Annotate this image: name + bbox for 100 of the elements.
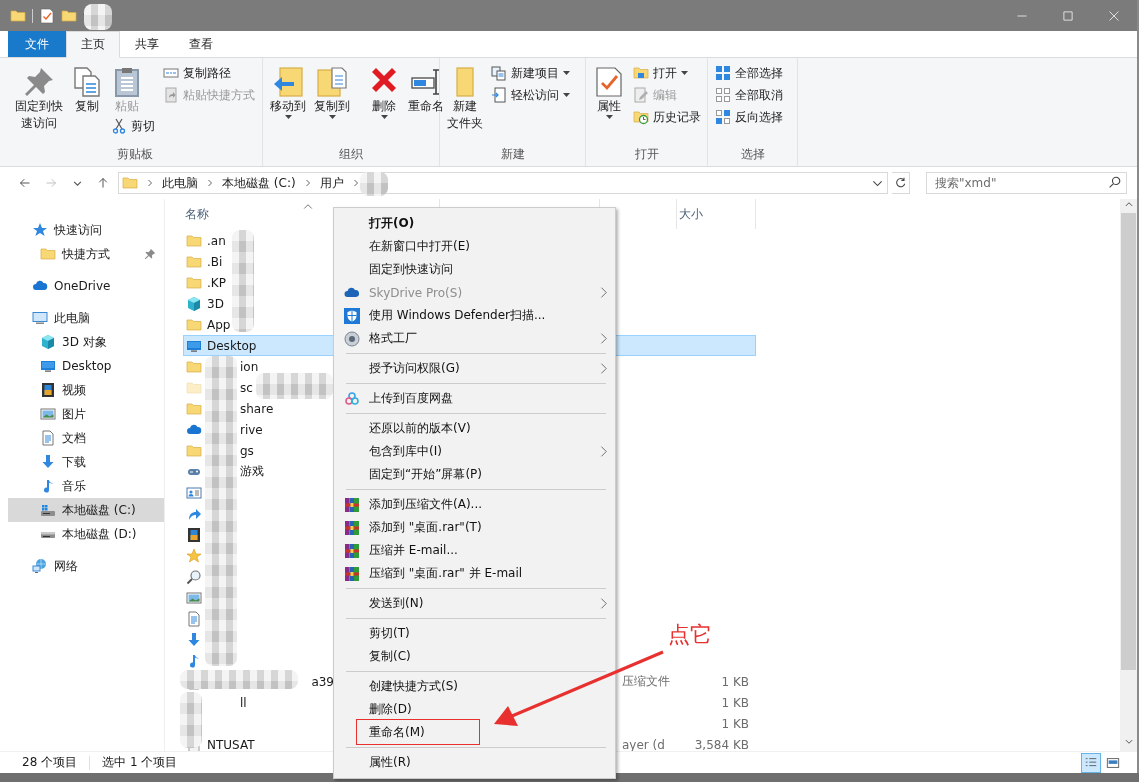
up-icon[interactable] bbox=[97, 177, 109, 189]
folder-icon bbox=[186, 316, 202, 333]
sidebar-label: 音乐 bbox=[62, 477, 86, 495]
chevron-down-icon[interactable] bbox=[72, 178, 82, 188]
group-label: 剪贴板 bbox=[116, 146, 154, 163]
search-field[interactable]: 搜索"xmd" bbox=[926, 172, 1127, 194]
menu-item[interactable]: 重命名(M) bbox=[334, 721, 615, 744]
caret-icon bbox=[681, 71, 688, 75]
document-icon bbox=[40, 430, 56, 446]
pencil-page-icon bbox=[633, 87, 649, 103]
sidebar-item[interactable]: OneDrive bbox=[8, 274, 164, 298]
menu-item[interactable]: 使用 Windows Defender扫描... bbox=[334, 304, 615, 327]
folder-icon bbox=[10, 7, 26, 24]
folder-arrow-icon bbox=[272, 66, 304, 98]
sidebar-item[interactable]: 本地磁盘 (D:) bbox=[8, 522, 164, 546]
chevron-right-icon bbox=[351, 179, 360, 187]
document-icon bbox=[186, 610, 202, 627]
ribbon-button[interactable]: 重命名 bbox=[405, 62, 447, 115]
pin-icon bbox=[144, 248, 156, 260]
ribbon-button[interactable]: 全部选择 bbox=[712, 62, 786, 84]
ribbon-button[interactable]: 复制路径 bbox=[160, 62, 234, 84]
file-name: rive bbox=[240, 422, 263, 437]
shortcut-page-icon bbox=[163, 87, 179, 103]
ribbon-button[interactable]: 复制 bbox=[68, 62, 106, 115]
redaction-mosaic bbox=[360, 172, 388, 196]
sidebar-item[interactable]: Desktop bbox=[8, 354, 164, 378]
sidebar-item[interactable]: 音乐 bbox=[8, 474, 164, 498]
menu-item[interactable]: 还原以前的版本(V) bbox=[334, 417, 615, 440]
breadcrumb[interactable]: 本地磁盘 (C:) bbox=[222, 174, 296, 192]
pin-icon bbox=[23, 66, 55, 98]
scrollbar[interactable] bbox=[1120, 199, 1137, 751]
menu-item[interactable]: 格式工厂 bbox=[334, 327, 615, 350]
menu-item[interactable]: 创建快捷方式(S) bbox=[334, 675, 615, 698]
sidebar-item[interactable]: 快捷方式 bbox=[8, 242, 164, 266]
file-name: .an bbox=[206, 233, 227, 248]
menu-item[interactable]: 复制(C) bbox=[334, 645, 615, 668]
contact-card-icon bbox=[186, 484, 202, 501]
ribbon-button[interactable]: 移动到 bbox=[267, 62, 309, 119]
menu-item[interactable]: 压缩到 "桌面.rar" 并 E-mail bbox=[334, 562, 615, 585]
books-icon bbox=[344, 519, 360, 536]
menu-item[interactable]: 授予访问权限(G) bbox=[334, 357, 615, 380]
ribbon-button[interactable]: 全部取消 bbox=[712, 84, 786, 106]
star-icon bbox=[186, 547, 202, 564]
sidebar-item[interactable]: 文档 bbox=[8, 426, 164, 450]
ribbon-tab[interactable]: 主页 bbox=[66, 31, 120, 58]
menu-item[interactable]: 包含到库中(I) bbox=[334, 440, 615, 463]
sidebar-item[interactable]: 此电脑 bbox=[8, 306, 164, 330]
menu-item[interactable]: 发送到(N) bbox=[334, 592, 615, 615]
ribbon-button[interactable]: 轻松访问 bbox=[488, 84, 573, 106]
menu-item[interactable]: 压缩并 E-mail... bbox=[334, 539, 615, 562]
cube-icon bbox=[40, 334, 56, 350]
ribbon-button[interactable]: 打开 bbox=[630, 62, 691, 84]
sidebar-item[interactable]: 下载 bbox=[8, 450, 164, 474]
close-icon[interactable] bbox=[1108, 9, 1120, 22]
sidebar-item[interactable]: 图片 bbox=[8, 402, 164, 426]
menu-item[interactable]: 添加到压缩文件(A)... bbox=[334, 493, 615, 516]
maximize-icon[interactable] bbox=[1062, 9, 1074, 22]
column-header[interactable]: 大小 bbox=[677, 199, 756, 229]
path-bar-icon bbox=[163, 65, 179, 81]
sidebar-item[interactable]: 快速访问 bbox=[8, 218, 164, 242]
menu-item[interactable]: 上传到百度网盘 bbox=[334, 387, 615, 410]
menu-item[interactable]: 删除(D) bbox=[334, 698, 615, 721]
menu-item[interactable]: 剪切(T) bbox=[334, 622, 615, 645]
sidebar-item[interactable]: 视频 bbox=[8, 378, 164, 402]
file-name: 3D bbox=[206, 296, 225, 311]
address-bar[interactable]: 此电脑 本地磁盘 (C:) 用户 bbox=[118, 172, 888, 194]
ribbon-button[interactable]: 删除 bbox=[365, 62, 403, 119]
ribbon-button[interactable]: 复制到 bbox=[311, 62, 353, 119]
ribbon-button[interactable]: 剪切 bbox=[108, 115, 158, 137]
menu-item[interactable]: 固定到快速访问 bbox=[334, 258, 615, 281]
check-page-icon bbox=[593, 66, 625, 98]
sidebar-item[interactable]: 本地磁盘 (C:) bbox=[8, 498, 164, 522]
ribbon-button[interactable]: 新建项目 bbox=[488, 62, 573, 84]
sidebar-item[interactable]: 网络 bbox=[8, 554, 164, 578]
ribbon-button[interactable]: 历史记录 bbox=[630, 106, 704, 128]
refresh-button[interactable] bbox=[892, 172, 910, 194]
file-name: .Bi bbox=[206, 254, 224, 269]
menu-item[interactable]: 添加到 "桌面.rar"(T) bbox=[334, 516, 615, 539]
sidebar-item[interactable]: 3D 对象 bbox=[8, 330, 164, 354]
film-icon bbox=[186, 526, 202, 543]
ribbon-tab[interactable]: 文件 bbox=[8, 31, 66, 57]
ribbon-button[interactable]: 属性 bbox=[590, 62, 628, 119]
folder-icon bbox=[61, 7, 77, 24]
ribbon-button[interactable]: 新建 文件夹 bbox=[444, 62, 486, 132]
ribbon-button[interactable]: 固定到快 速访问 bbox=[12, 62, 66, 132]
menu-item[interactable]: 固定到“开始”屏幕(P) bbox=[334, 463, 615, 486]
breadcrumb[interactable]: 用户 bbox=[319, 174, 344, 192]
folder-icon bbox=[186, 379, 202, 396]
refresh-icon bbox=[894, 177, 907, 189]
breadcrumb[interactable]: 此电脑 bbox=[162, 174, 198, 192]
search-icon bbox=[1108, 176, 1121, 189]
menu-item[interactable]: 属性(R) bbox=[334, 751, 615, 774]
view-button[interactable] bbox=[1081, 752, 1101, 773]
picture-icon bbox=[186, 589, 202, 606]
down-arrow-icon bbox=[40, 454, 56, 470]
back-icon[interactable] bbox=[19, 177, 31, 189]
menu-item[interactable]: 在新窗口中打开(E) bbox=[334, 235, 615, 258]
ribbon-button[interactable]: 反向选择 bbox=[712, 106, 786, 128]
redaction-mosaic bbox=[180, 692, 202, 748]
scissors-icon bbox=[111, 118, 127, 134]
